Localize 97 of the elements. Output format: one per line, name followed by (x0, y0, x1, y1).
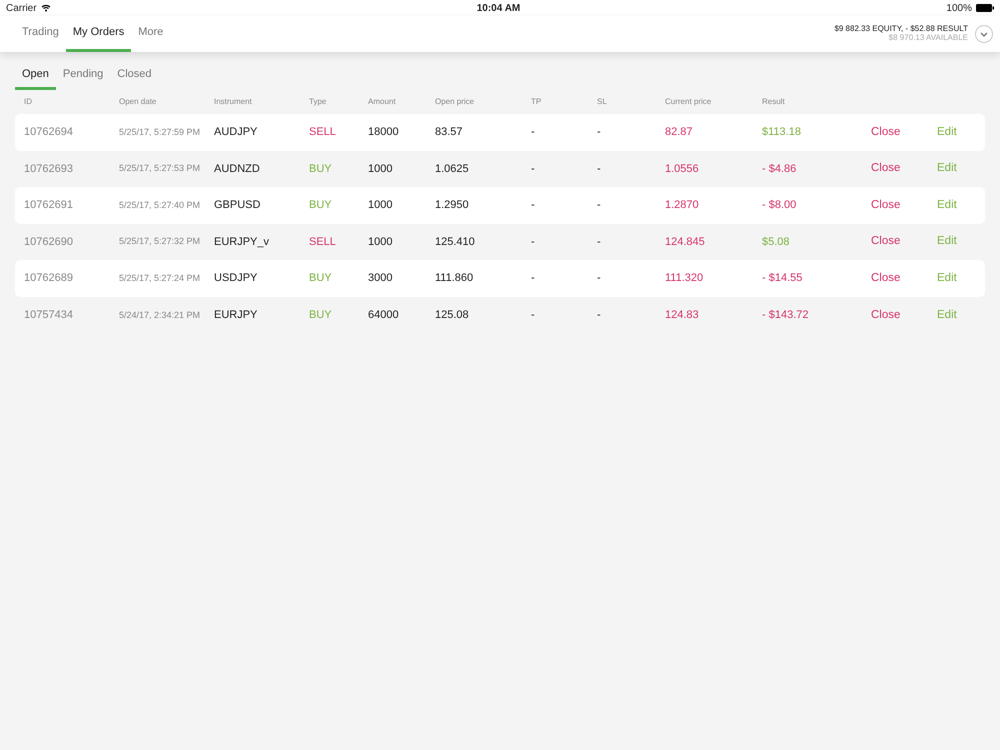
expand-button[interactable] (975, 25, 993, 43)
edit-link[interactable]: Edit (937, 233, 957, 251)
current-price: 111.320 (665, 271, 704, 286)
current-price: 1.0556 (665, 162, 700, 177)
result-value: - $14.55 (762, 271, 804, 286)
open-price: 83.57 (435, 125, 464, 140)
filter-tab[interactable]: Pending (56, 62, 110, 90)
column-header: Result (762, 96, 786, 108)
column-header: SL (597, 96, 608, 108)
stop-loss-value: - (597, 308, 602, 324)
order-id: 10762691 (24, 198, 74, 214)
edit-link[interactable]: Edit (937, 270, 957, 288)
open-date: 5/25/17, 5:27:59 PM (119, 126, 202, 139)
instrument-name: AUDJPY (214, 125, 258, 140)
stop-loss-value: - (597, 271, 602, 286)
amount-value: 64000 (368, 308, 400, 324)
instrument-name: EURJPY (214, 308, 258, 324)
clock: 10:04 AM (476, 2, 522, 16)
stop-loss-value: - (597, 234, 602, 250)
result-value: $113.18 (762, 125, 802, 140)
amount-value: 1000 (368, 162, 394, 177)
open-price: 1.0625 (435, 162, 470, 177)
column-header: Type (309, 96, 328, 108)
open-date: 5/25/17, 5:27:40 PM (119, 198, 202, 212)
result-value: - $143.72 (762, 308, 810, 324)
stop-loss-value: - (597, 162, 602, 177)
current-price: 82.87 (665, 125, 694, 140)
order-id: 10762689 (24, 271, 74, 286)
take-profit-value: - (531, 234, 536, 250)
open-price: 125.08 (435, 308, 470, 324)
carrier-label: Carrier (6, 2, 37, 16)
filter-tab[interactable]: Open (15, 62, 56, 90)
order-id: 10757434 (24, 308, 74, 324)
stop-loss-value: - (597, 125, 602, 140)
order-id: 10762693 (24, 162, 74, 177)
current-price: 1.2870 (665, 198, 700, 214)
take-profit-value: - (531, 162, 536, 177)
nav-tab[interactable]: Trading (15, 16, 66, 52)
instrument-name: AUDNZD (214, 162, 261, 177)
open-price: 1.2950 (435, 198, 470, 214)
order-type: SELL (309, 234, 337, 250)
battery-icon (976, 4, 994, 12)
order-type: BUY (309, 308, 333, 324)
result-value: - $4.86 (762, 162, 798, 177)
take-profit-value: - (531, 271, 536, 286)
open-date: 5/25/17, 5:27:24 PM (119, 272, 202, 285)
amount-value: 1000 (368, 198, 394, 214)
result-value: - $8.00 (762, 198, 798, 214)
filter-tab[interactable]: Closed (110, 62, 159, 90)
order-type: SELL (309, 125, 337, 140)
column-header: Open price (435, 96, 476, 108)
open-price: 111.860 (435, 271, 474, 286)
close-link[interactable]: Close (871, 124, 900, 141)
open-date: 5/25/17, 5:27:32 PM (119, 235, 202, 248)
close-link[interactable]: Close (871, 196, 900, 214)
wifi-icon (40, 4, 51, 12)
amount-value: 3000 (368, 271, 394, 286)
edit-link[interactable]: Edit (937, 196, 957, 214)
column-header: ID (24, 96, 33, 108)
column-header: Current price (665, 96, 712, 108)
take-profit-value: - (531, 198, 536, 214)
close-link[interactable]: Close (871, 270, 900, 288)
stop-loss-value: - (597, 198, 602, 214)
chevron-down-icon (980, 32, 988, 36)
current-price: 124.845 (665, 234, 706, 250)
order-type: BUY (309, 271, 333, 286)
take-profit-value: - (531, 308, 536, 324)
instrument-name: USDJPY (214, 271, 258, 286)
column-header: Amount (368, 96, 397, 108)
order-type: BUY (309, 162, 333, 177)
order-id: 10762694 (24, 125, 74, 140)
column-header: Open date (119, 96, 158, 108)
close-link[interactable]: Close (871, 233, 900, 251)
amount-value: 18000 (368, 125, 400, 140)
open-date: 5/24/17, 2:34:21 PM (119, 308, 202, 322)
instrument-name: EURJPY_v (214, 234, 270, 250)
edit-link[interactable]: Edit (937, 124, 957, 141)
close-link[interactable]: Close (871, 160, 900, 178)
order-id: 10762690 (24, 234, 74, 250)
edit-link[interactable]: Edit (937, 306, 957, 324)
nav-tab[interactable]: My Orders (66, 16, 132, 52)
battery-percent: 100% (946, 2, 972, 16)
equity-summary: $9 882.33 EQUITY, - $52.88 RESULT (834, 25, 968, 34)
order-type: BUY (309, 198, 333, 214)
amount-value: 1000 (368, 234, 394, 250)
current-price: 124.83 (665, 308, 700, 324)
close-link[interactable]: Close (871, 306, 900, 324)
open-price: 125.410 (435, 234, 476, 250)
edit-link[interactable]: Edit (937, 160, 957, 178)
column-header: Instrument (214, 96, 253, 108)
nav-tab[interactable]: More (131, 16, 170, 52)
instrument-name: GBPUSD (214, 198, 262, 214)
column-header: TP (531, 96, 542, 108)
open-date: 5/25/17, 5:27:53 PM (119, 162, 202, 176)
result-value: $5.08 (762, 234, 791, 250)
available-balance: $8 970.13 AVAILABLE (888, 34, 968, 43)
take-profit-value: - (531, 125, 536, 140)
